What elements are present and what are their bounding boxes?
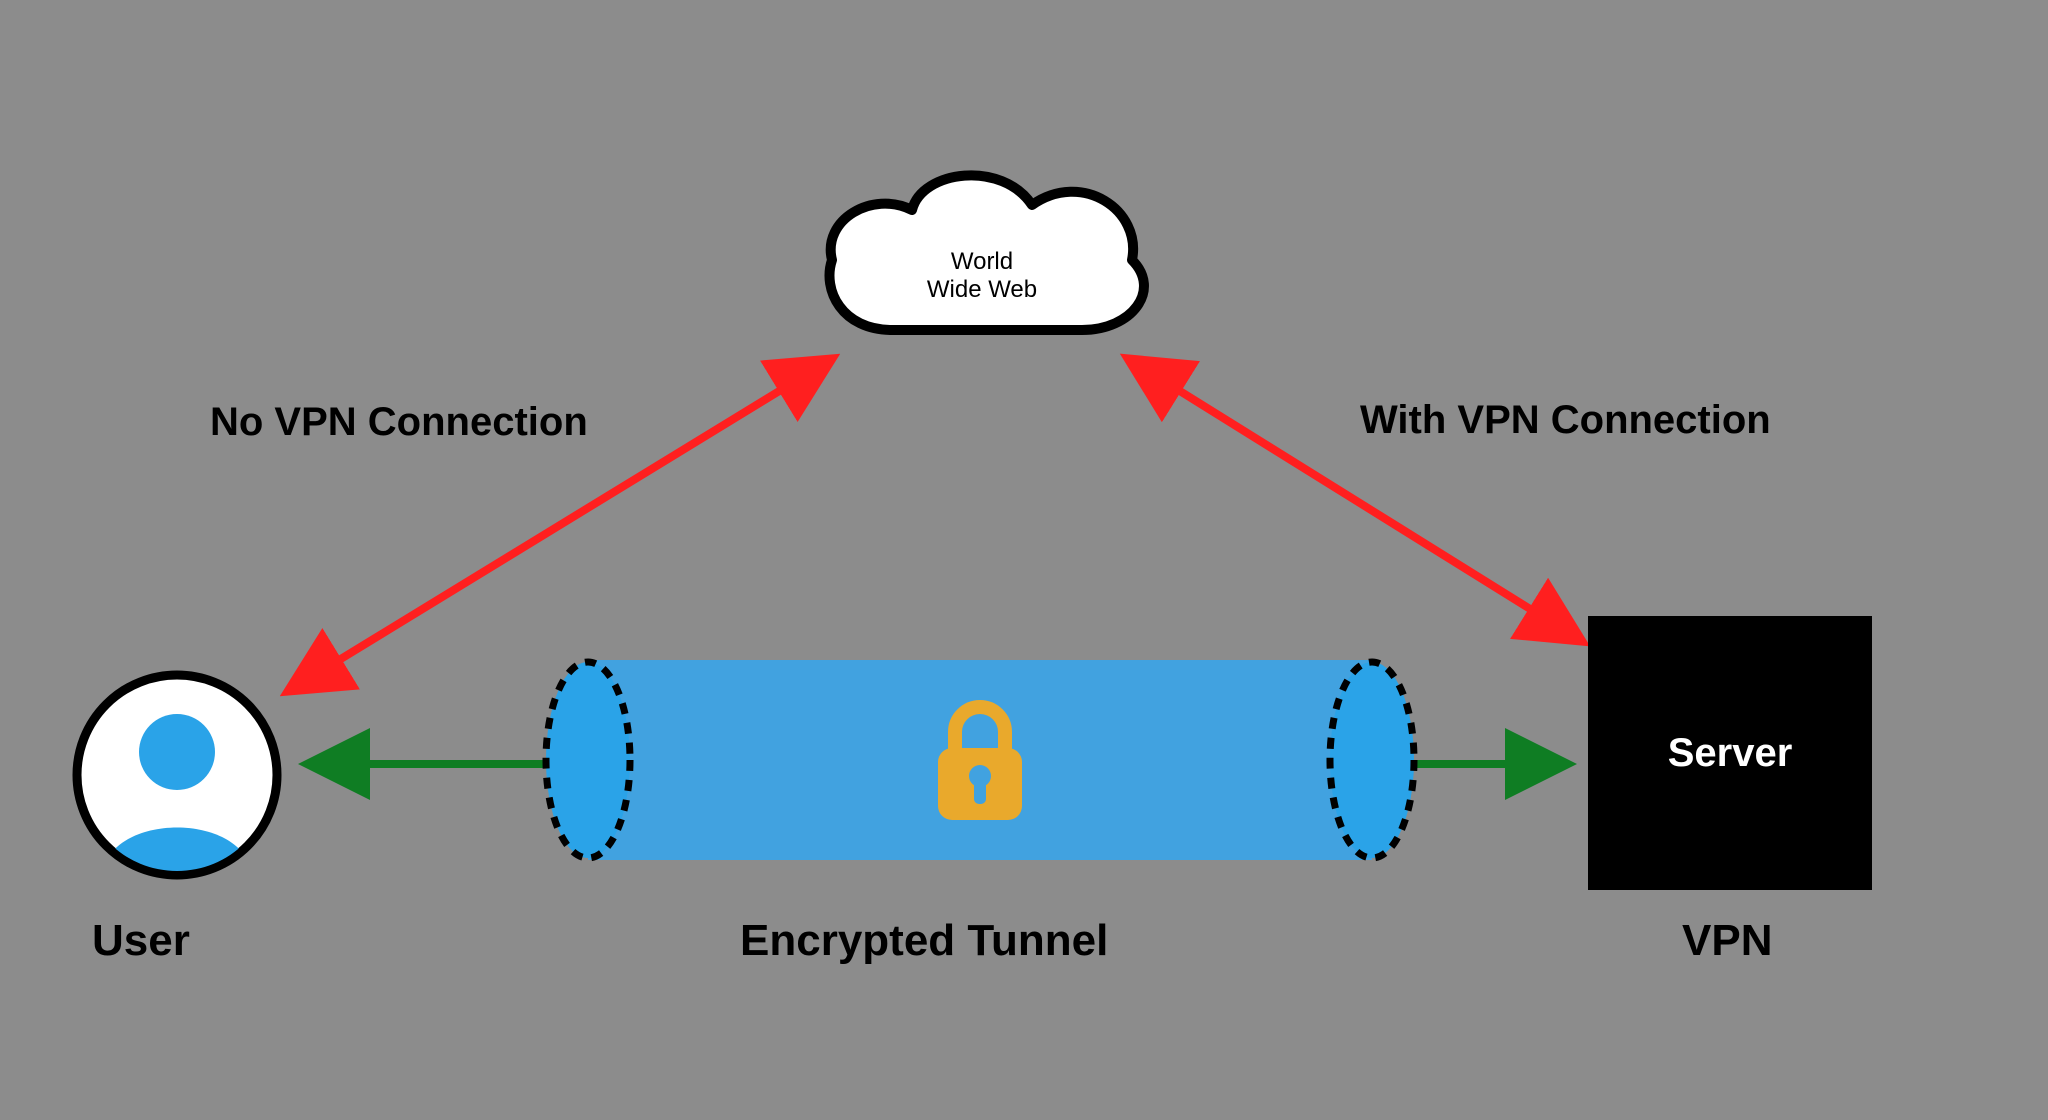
user-icon <box>72 670 282 880</box>
diagram-stage: World Wide Web <box>0 0 2048 1120</box>
server-label: Server <box>1668 731 1793 776</box>
user-node <box>72 670 282 880</box>
vpn-caption: VPN <box>1682 916 1772 966</box>
cloud-label-line1: World <box>951 248 1013 275</box>
no-vpn-label: No VPN Connection <box>210 400 588 445</box>
tunnel-caption: Encrypted Tunnel <box>740 916 1108 966</box>
tunnel-cap-left <box>540 658 636 862</box>
cloud-node: World Wide Web <box>802 150 1162 370</box>
lock-icon <box>920 690 1040 830</box>
cloud-label-line2: Wide Web <box>927 276 1037 303</box>
user-caption: User <box>92 916 190 966</box>
tunnel-cap-right <box>1324 658 1420 862</box>
server-node: Server <box>1588 616 1872 890</box>
with-vpn-label: With VPN Connection <box>1360 398 1771 443</box>
cloud-label: World Wide Web <box>802 248 1162 304</box>
